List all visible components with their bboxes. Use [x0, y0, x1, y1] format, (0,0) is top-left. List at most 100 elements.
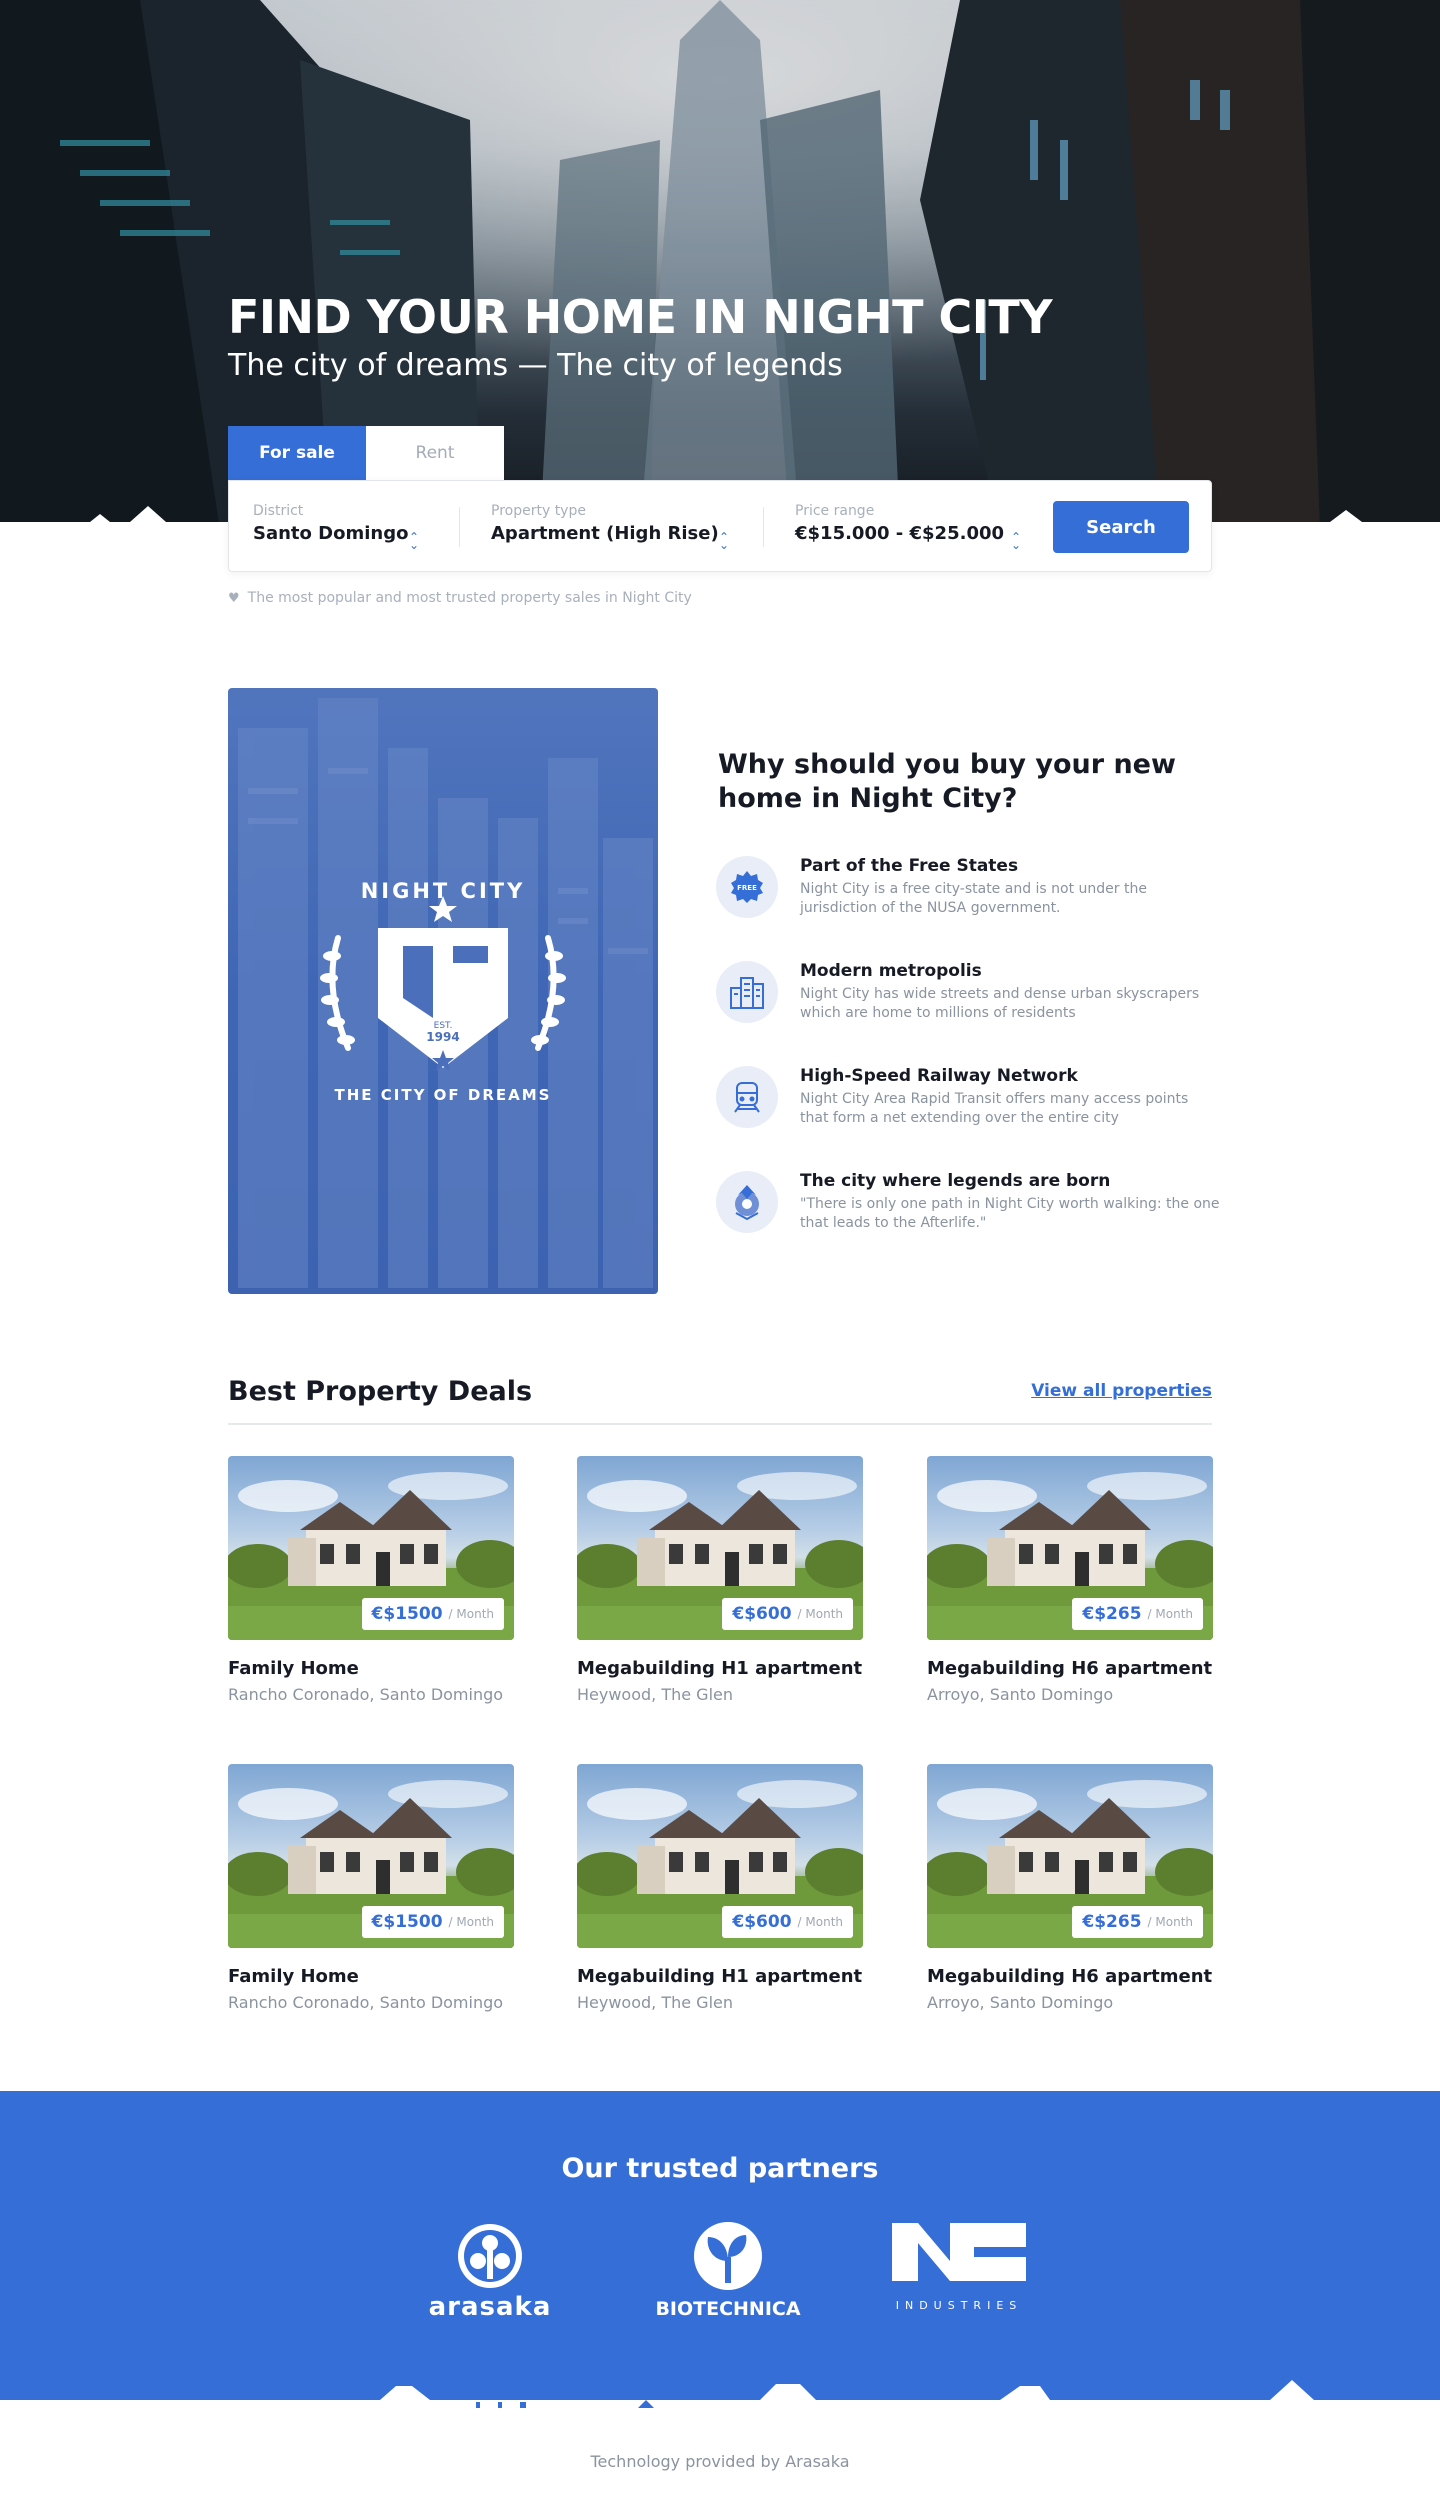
price-period: / Month: [448, 1607, 494, 1621]
price-amount: €$265: [1082, 1604, 1142, 1624]
listing-type-tabs: For sale Rent: [228, 426, 504, 480]
property-location: Heywood, The Glen: [577, 1685, 734, 1704]
property-location: Arroyo, Santo Domingo: [927, 1993, 1114, 2012]
price-amount: €$600: [732, 1604, 792, 1624]
feature-description: "There is only one path in Night City wo…: [800, 1196, 1220, 1231]
property-card[interactable]: €$265 / Month Megabuilding H6 apartment Arr…: [927, 1764, 1213, 2012]
feature-free-states: FREE Part of the Free States Night City …: [716, 856, 1216, 936]
price-period: / Month: [1147, 1915, 1193, 1929]
feature-legends: The city where legends are born "There i…: [716, 1171, 1220, 1251]
field-divider: [763, 507, 764, 547]
district-select[interactable]: District Santo Domingo: [253, 503, 408, 544]
property-type-select[interactable]: Property type Apartment (High Rise): [491, 503, 719, 544]
property-search-form: District Santo Domingo ⌃ ⌄ Property type …: [228, 480, 1212, 572]
property-name: Megabuilding H1 apartment: [577, 1966, 863, 1987]
price-tag: €$265 / Month: [1072, 1598, 1203, 1630]
search-button[interactable]: Search: [1053, 501, 1189, 553]
hero-banner: FIND YOUR HOME IN NIGHT CITY The city of…: [0, 0, 1440, 530]
property-location: Rancho Coronado, Santo Domingo: [228, 1685, 504, 1704]
night-city-emblem-image: EST. 1994 NIGHT CITY THE CITY OF DREAMS: [228, 688, 658, 1294]
property-card[interactable]: €$1500 / Month Family Home Rancho Coronado,…: [228, 1456, 514, 1704]
property-card[interactable]: €$600 / Month Megabuilding H1 apartment Hey…: [577, 1764, 863, 2012]
free-badge-icon: FREE: [716, 856, 778, 918]
svg-text:FREE: FREE: [737, 884, 757, 892]
price-range-select[interactable]: Price range €$15.000 - €$25.000: [795, 503, 1004, 544]
heart-icon: ♥: [228, 590, 240, 606]
price-tag: €$600 / Month: [722, 1598, 853, 1630]
price-tag: €$600 / Month: [722, 1906, 853, 1938]
partners-title: Our trusted partners: [561, 2153, 879, 2184]
price-period: / Month: [1147, 1607, 1193, 1621]
property-card[interactable]: €$265 / Month Megabuilding H6 apartment Arr…: [927, 1456, 1213, 1704]
price-range-value: €$15.000 - €$25.000: [795, 523, 1005, 544]
property-type-label: Property type: [491, 503, 586, 519]
property-photo: €$1500 / Month: [228, 1764, 514, 1948]
property-photo: €$600 / Month: [577, 1764, 863, 1948]
price-amount: €$1500: [371, 1912, 443, 1932]
arasaka-logo: arasaka: [412, 2221, 572, 2325]
deals-section-title: Best Property Deals: [228, 1376, 533, 1407]
hero-cityscape-image: [0, 0, 1440, 530]
tab-rent[interactable]: Rent: [366, 426, 504, 480]
property-photo: €$1500 / Month: [228, 1456, 514, 1640]
section-divider: [228, 1423, 1212, 1425]
feature-description: Night City has wide streets and dense ur…: [800, 986, 1200, 1021]
property-photo: €$600 / Month: [577, 1456, 863, 1640]
property-location: Rancho Coronado, Santo Domingo: [228, 1993, 504, 2012]
footer-skyline-divider: [0, 2380, 1440, 2412]
svg-text:NIGHT CITY: NIGHT CITY: [361, 879, 526, 903]
nc-industries-logo: INDUSTRIES: [888, 2221, 1038, 2325]
property-name: Megabuilding H6 apartment: [927, 1658, 1213, 1679]
feature-description: Night City is a free city-state and is n…: [800, 881, 1147, 916]
biotechnica-logo: BIOTECHNICA: [650, 2221, 810, 2325]
property-card[interactable]: €$600 / Month Megabuilding H1 apartment Hey…: [577, 1456, 863, 1704]
feature-title: The city where legends are born: [800, 1171, 1111, 1191]
price-tag: €$265 / Month: [1072, 1906, 1203, 1938]
tab-for-sale[interactable]: For sale: [228, 426, 366, 480]
property-location: Heywood, The Glen: [577, 1993, 734, 2012]
svg-text:INDUSTRIES: INDUSTRIES: [896, 2299, 1023, 2312]
svg-text:BIOTECHNICA: BIOTECHNICA: [655, 2298, 800, 2320]
hero-title: FIND YOUR HOME IN NIGHT CITY: [228, 290, 1053, 344]
property-type-value: Apartment (High Rise): [491, 523, 719, 544]
feature-title: High-Speed Railway Network: [800, 1066, 1078, 1086]
svg-text:THE CITY OF DREAMS: THE CITY OF DREAMS: [335, 1086, 552, 1104]
property-photo: €$265 / Month: [927, 1764, 1213, 1948]
property-card[interactable]: €$1500 / Month Family Home Rancho Coronado,…: [228, 1764, 514, 2012]
price-period: / Month: [797, 1915, 843, 1929]
partners-section: Our trusted partners arasaka BIOTECHNICA…: [0, 2091, 1440, 2411]
train-icon: [716, 1066, 778, 1128]
footer-credit: Technology provided by Arasaka: [590, 2452, 850, 2471]
search-note-text: The most popular and most trusted proper…: [247, 590, 692, 606]
property-name: Megabuilding H1 apartment: [577, 1658, 863, 1679]
legend-emblem-icon: [716, 1171, 778, 1233]
view-all-properties-link[interactable]: View all properties: [1031, 1381, 1212, 1401]
price-amount: €$265: [1082, 1912, 1142, 1932]
feature-modern-metropolis: Modern metropolis Night City has wide st…: [716, 961, 1216, 1041]
district-value: Santo Domingo: [253, 523, 409, 544]
property-name: Family Home: [228, 1658, 359, 1679]
field-divider: [459, 507, 460, 547]
feature-railway-network: High-Speed Railway Network Night City Ar…: [716, 1066, 1216, 1146]
property-photo: €$265 / Month: [927, 1456, 1213, 1640]
district-label: District: [253, 503, 304, 519]
property-name: Megabuilding H6 apartment: [927, 1966, 1213, 1987]
feature-title: Modern metropolis: [800, 961, 982, 981]
property-name: Family Home: [228, 1966, 359, 1987]
svg-text:arasaka: arasaka: [429, 2292, 552, 2321]
svg-text:1994: 1994: [426, 1030, 459, 1044]
price-range-label: Price range: [795, 503, 875, 519]
property-location: Arroyo, Santo Domingo: [927, 1685, 1114, 1704]
search-note: ♥ The most popular and most trusted prop…: [228, 590, 692, 606]
feature-description: Night City Area Rapid Transit offers man…: [800, 1091, 1189, 1126]
price-amount: €$1500: [371, 1604, 443, 1624]
price-tag: €$1500 / Month: [361, 1906, 504, 1938]
price-tag: €$1500 / Month: [361, 1598, 504, 1630]
why-section-title: Why should you buy your new home in Nigh…: [718, 749, 1176, 814]
feature-title: Part of the Free States: [800, 856, 1019, 876]
price-period: / Month: [448, 1915, 494, 1929]
city-buildings-icon: [716, 961, 778, 1023]
price-period: / Month: [797, 1607, 843, 1621]
price-amount: €$600: [732, 1912, 792, 1932]
hero-subtitle: The city of dreams — The city of legends: [228, 348, 843, 383]
